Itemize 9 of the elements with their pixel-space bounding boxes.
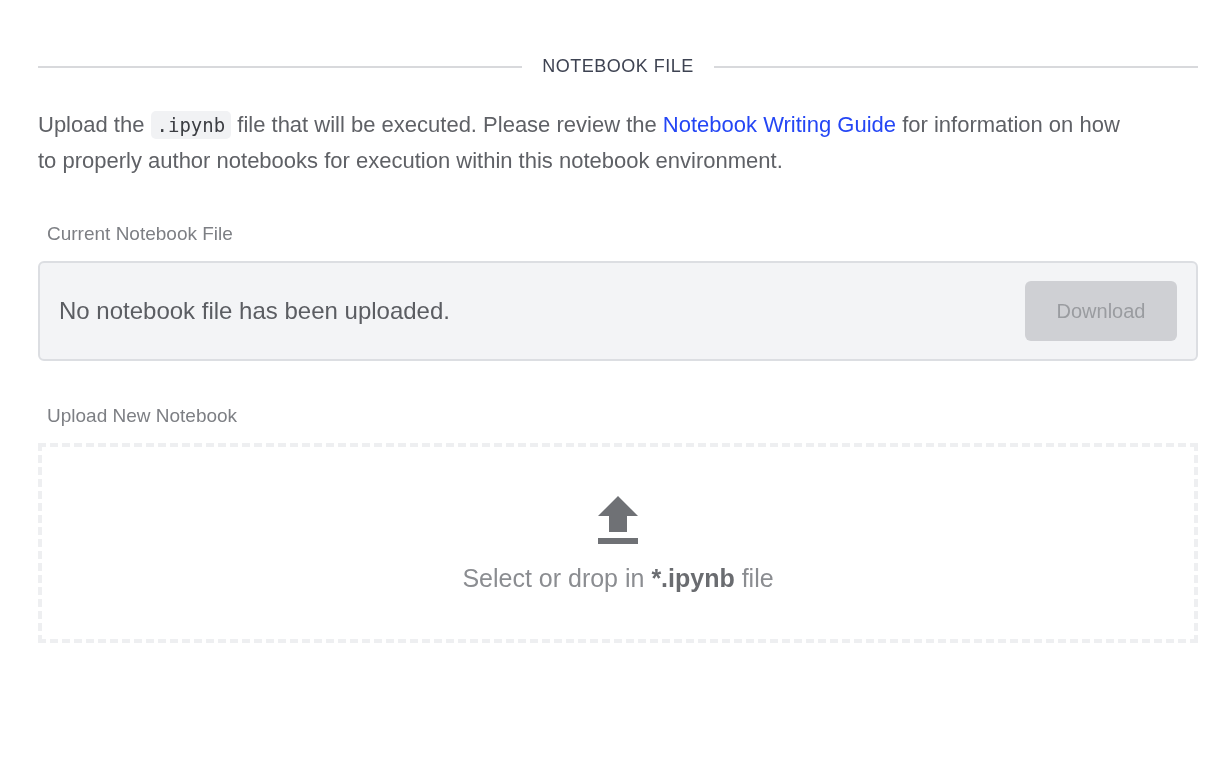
upload-icon (596, 493, 640, 546)
section-title: NOTEBOOK FILE (542, 56, 694, 77)
drop-zone[interactable]: Select or drop in *.ipynb file (38, 443, 1198, 643)
field-label: Current Notebook File (47, 223, 234, 245)
empty-file-message: No notebook file has been uploaded. (59, 297, 450, 325)
writing-guide-link[interactable]: Notebook Writing Guide (662, 112, 897, 137)
field-label: Upload New Notebook (47, 405, 239, 427)
description-text: Upload the .ipynb file that will be executed. Please review the Notebook Writing Guide for information on how to properly author notebooks for execution within this notebook environment. (38, 110, 1121, 175)
drop-prompt: Select or drop in *.ipynb file (462, 563, 774, 593)
